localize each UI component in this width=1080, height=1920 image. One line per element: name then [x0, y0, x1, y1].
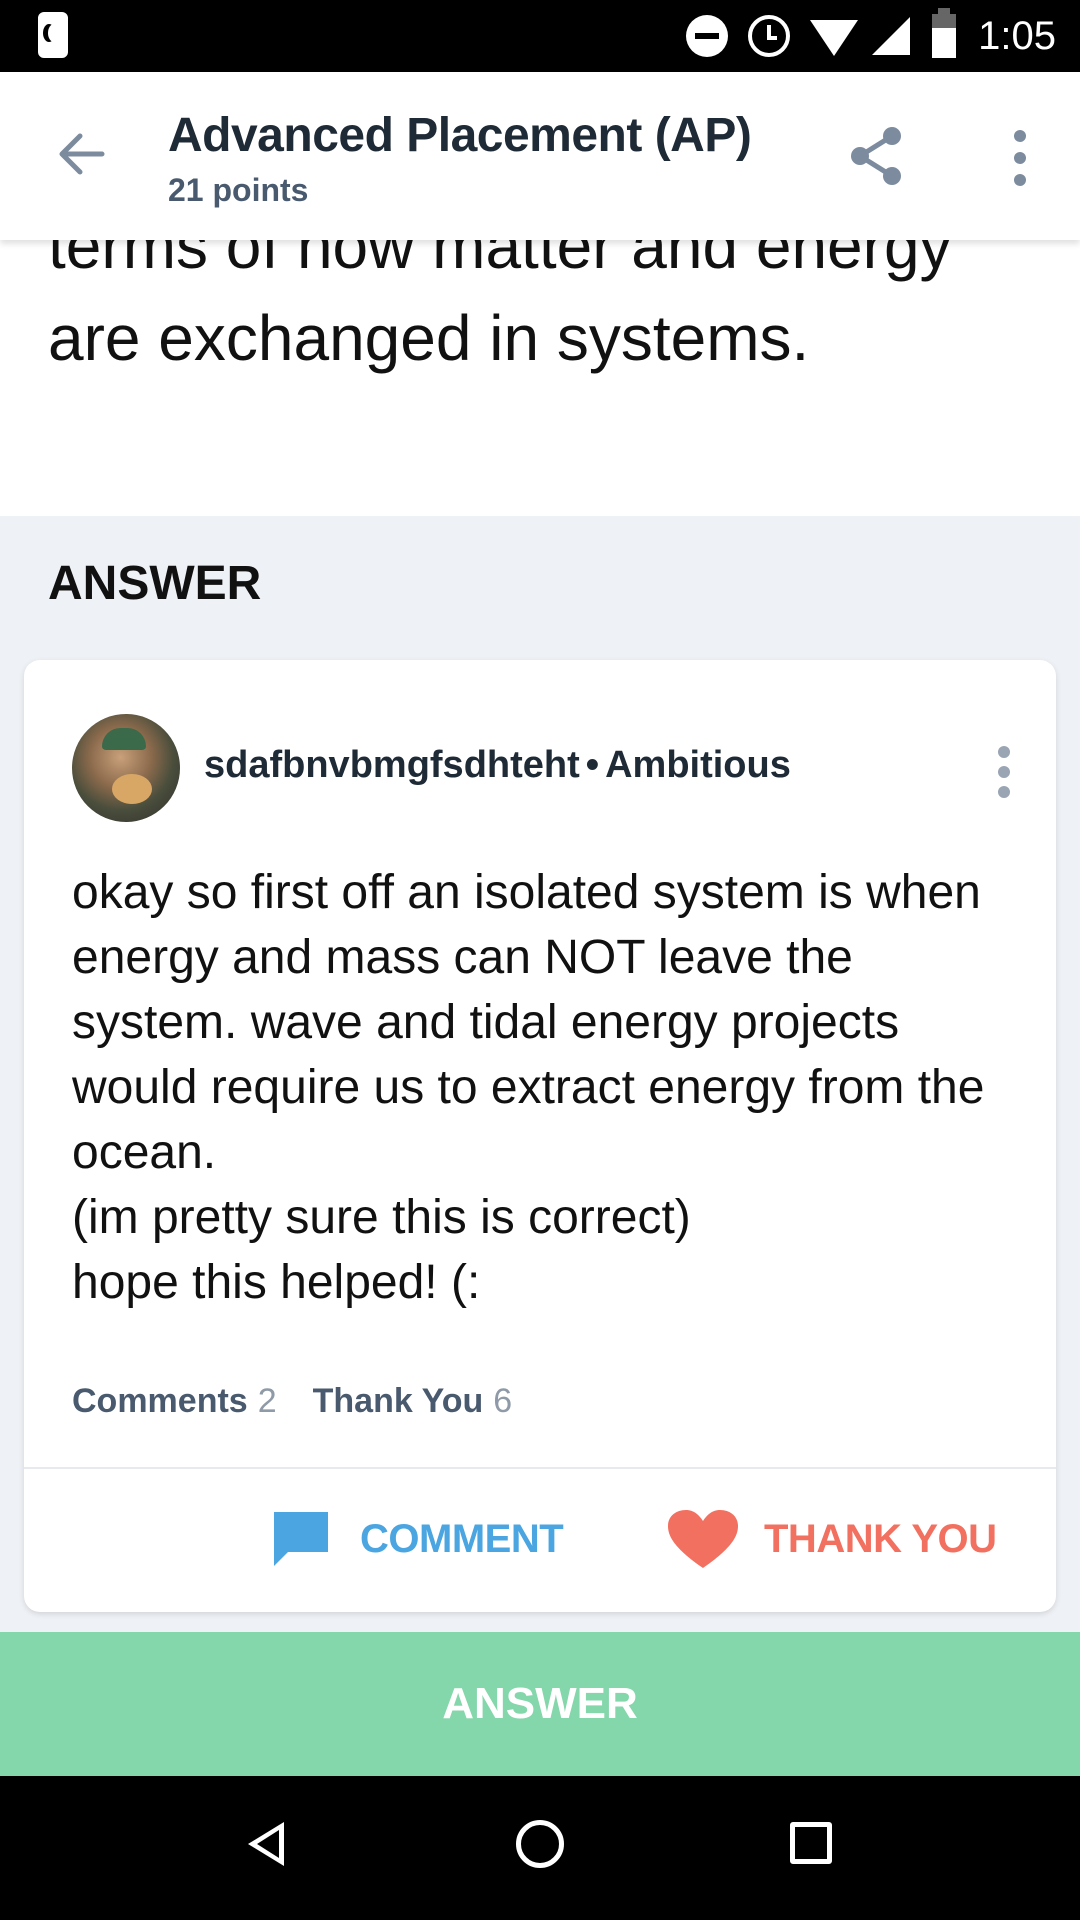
system-nav-bar [0, 1776, 1080, 1920]
points-label: 21 points [168, 172, 309, 208]
comments-label: Comments [72, 1382, 248, 1420]
comments-count: 2 [257, 1382, 277, 1420]
share-icon [851, 127, 901, 185]
status-icons: 1:05 [686, 0, 1080, 72]
do-not-disturb-icon [686, 15, 729, 57]
share-button[interactable] [844, 124, 908, 188]
thank-you-button[interactable]: THANK YOU [666, 1508, 997, 1570]
question-panel: terms of how matter and energy are excha… [0, 240, 1080, 516]
answer-section-label: ANSWER [48, 557, 262, 610]
signal-icon [872, 17, 911, 55]
app-header: Advanced Placement (AP) 21 points [0, 72, 1080, 240]
comment-button[interactable]: COMMENT [270, 1508, 564, 1570]
author-separator: • [585, 744, 600, 786]
sim-icon [38, 12, 68, 58]
nav-home-icon[interactable] [516, 1820, 564, 1868]
author-username[interactable]: sdafbnvbmgfsdhteht [204, 744, 580, 786]
more-options-button[interactable] [1000, 128, 1040, 188]
avatar[interactable] [72, 714, 180, 822]
battery-icon [932, 8, 957, 58]
answer-body: okay so first off an isolated system is … [72, 866, 985, 1309]
wifi-icon [810, 20, 859, 56]
back-arrow-icon [59, 133, 105, 175]
thanks-label: Thank You [312, 1382, 484, 1420]
author-rank: Ambitious [605, 744, 791, 786]
thank-you-button-label: THANK YOU [764, 1516, 997, 1561]
back-button[interactable] [52, 124, 112, 184]
nav-back-icon[interactable] [248, 1822, 284, 1866]
comment-icon [274, 1512, 328, 1566]
more-vert-icon [998, 746, 1010, 798]
question-text: terms of how matter and energy are excha… [48, 240, 952, 374]
subject-title: Advanced Placement (AP) [168, 109, 752, 162]
alarm-icon [748, 15, 791, 57]
heart-icon [668, 1510, 738, 1568]
answer-card: sdafbnvbmgfsdhteht • Ambitious okay so fir… [24, 660, 1056, 1612]
nav-recents-icon[interactable] [790, 1822, 832, 1864]
thanks-stat[interactable]: Thank You 6 [313, 1382, 513, 1421]
card-divider [24, 1467, 1056, 1469]
comment-button-label: COMMENT [360, 1516, 564, 1561]
more-vert-icon [1014, 130, 1026, 186]
status-bar: 1:05 [0, 0, 1080, 72]
status-time: 1:05 [978, 13, 1056, 58]
answer-cta-button[interactable]: ANSWER [0, 1632, 1080, 1776]
answer-stats: Comments 2 Thank You 6 [72, 1382, 512, 1421]
answer-options-button[interactable] [984, 744, 1024, 800]
author-line: sdafbnvbmgfsdhteht • Ambitious [204, 744, 791, 787]
comments-stat[interactable]: Comments 2 [72, 1382, 277, 1421]
thanks-count: 6 [493, 1382, 513, 1420]
